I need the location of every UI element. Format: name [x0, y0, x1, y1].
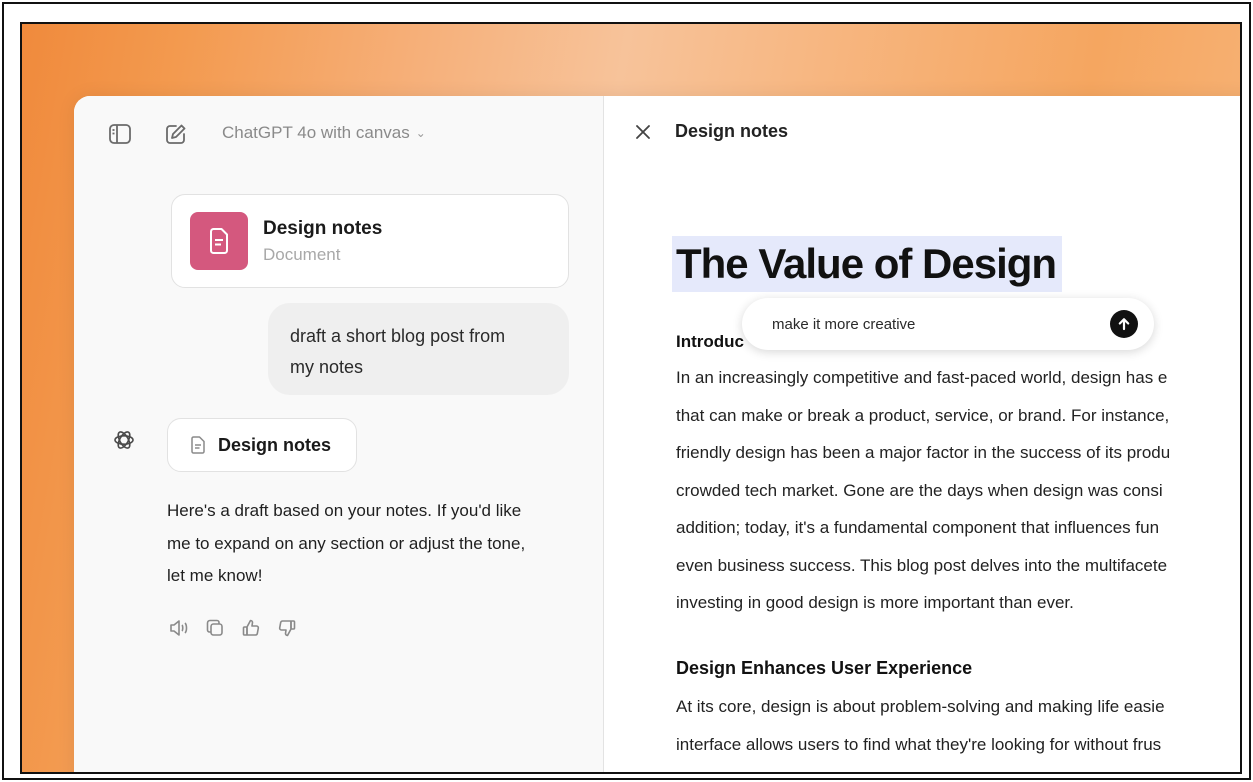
document-chip-label: Design notes	[218, 434, 332, 455]
paragraph-line: interface allows users to find what they…	[676, 734, 1162, 754]
canvas-panel: Design notes The Value of Design Introdu…	[605, 96, 1240, 772]
message-actions	[167, 616, 299, 640]
paragraph-line: even business success. This blog post de…	[676, 555, 1168, 575]
model-selector[interactable]: ChatGPT 4o with canvas ⌄	[222, 123, 426, 143]
desktop-background: ChatGPT 4o with canvas ⌄ Design notes Do…	[20, 22, 1242, 774]
prompt-input[interactable]: make it more creative	[772, 316, 915, 333]
document-icon	[190, 212, 248, 270]
document-card-title: Design notes	[263, 218, 383, 239]
thumbs-down-icon[interactable]	[275, 616, 299, 640]
chatgpt-window: ChatGPT 4o with canvas ⌄ Design notes Do…	[74, 96, 1240, 772]
section-heading[interactable]: Introduc	[676, 332, 744, 352]
document-card[interactable]: Design notes Document	[171, 194, 569, 288]
screenshot-frame: ChatGPT 4o with canvas ⌄ Design notes Do…	[2, 2, 1251, 780]
paragraph-line: investing in good design is more importa…	[676, 593, 1074, 612]
close-icon[interactable]	[629, 118, 657, 146]
reply-line: me to expand on any section or adjust th…	[167, 533, 526, 553]
section-heading[interactable]: Design Enhances User Experience	[676, 658, 972, 679]
document-chip[interactable]: Design notes	[167, 418, 357, 472]
model-label: ChatGPT 4o with canvas	[222, 123, 410, 142]
section-paragraph[interactable]: At its core, design is about problem-sol…	[676, 688, 1240, 763]
speaker-icon[interactable]	[167, 616, 191, 640]
paragraph-line: that can make or break a product, servic…	[676, 405, 1170, 425]
paragraph-line: addition; today, it's a fundamental comp…	[676, 518, 1160, 537]
user-message-line: draft a short blog post from	[290, 326, 506, 346]
section-paragraph[interactable]: In an increasingly competitive and fast-…	[676, 359, 1240, 622]
sidebar-toggle-icon[interactable]	[106, 120, 134, 148]
user-message-line: my notes	[290, 357, 364, 377]
paragraph-line: friendly design has been a major factor …	[676, 443, 1171, 462]
openai-logo-icon	[110, 426, 138, 454]
paragraph-line: crowded tech market. Gone are the days w…	[676, 480, 1163, 500]
chevron-down-icon: ⌄	[415, 126, 426, 140]
send-button[interactable]	[1110, 310, 1138, 338]
copy-icon[interactable]	[203, 616, 227, 640]
reply-line: let me know!	[167, 566, 263, 585]
arrow-up-icon	[1118, 318, 1130, 331]
inline-prompt[interactable]: make it more creative	[742, 298, 1154, 350]
conversation-panel: ChatGPT 4o with canvas ⌄ Design notes Do…	[74, 96, 604, 772]
edit-icon[interactable]	[162, 120, 190, 148]
document-icon	[191, 436, 205, 454]
document-heading[interactable]: The Value of Design	[672, 236, 1063, 292]
user-message: draft a short blog post from my notes	[268, 303, 569, 395]
reply-line: Here's a draft based on your notes. If y…	[167, 501, 522, 520]
document-card-subtitle: Document	[263, 245, 341, 264]
assistant-reply: Here's a draft based on your notes. If y…	[167, 495, 587, 593]
paragraph-line: At its core, design is about problem-sol…	[676, 697, 1165, 716]
paragraph-line: In an increasingly competitive and fast-…	[676, 368, 1168, 387]
canvas-title: Design notes	[675, 121, 789, 141]
thumbs-up-icon[interactable]	[239, 616, 263, 640]
